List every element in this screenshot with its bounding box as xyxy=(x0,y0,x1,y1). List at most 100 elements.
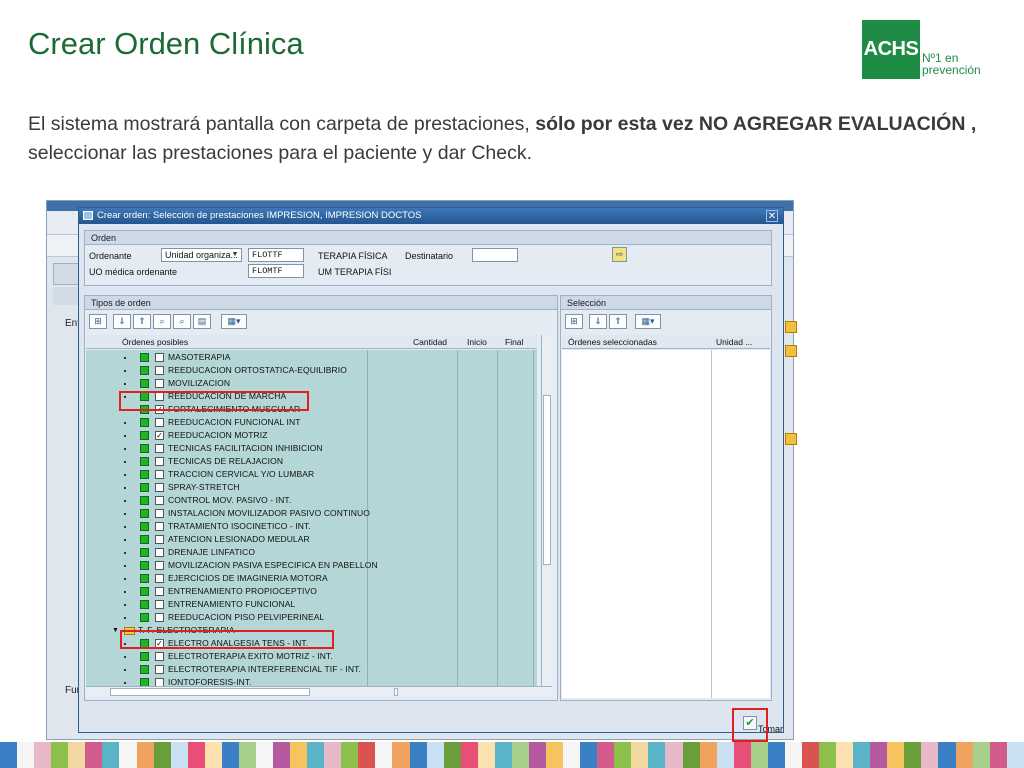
tree-item[interactable]: ENTRENAMIENTO FUNCIONAL xyxy=(86,598,537,611)
tree-item[interactable]: TECNICAS FACILITACION INHIBICION xyxy=(86,442,537,455)
layout-menu-icon[interactable]: ▦▾ xyxy=(635,314,661,329)
tree-item[interactable]: ENTRENAMIENTO PROPIOCEPTIVO xyxy=(86,585,537,598)
find-next-icon[interactable]: ⌕ xyxy=(173,314,191,329)
stripe-segment xyxy=(409,742,427,768)
detail-icon[interactable]: ▤ xyxy=(193,314,211,329)
stripe-segment xyxy=(34,742,52,768)
tree-item[interactable]: REEDUCACION PISO PELVIPERINEAL xyxy=(86,611,537,624)
expand-tree-icon[interactable]: ⊞ xyxy=(89,314,107,329)
tree-item[interactable]: DRENAJE LINFATICO xyxy=(86,546,537,559)
ordenante-code-field[interactable]: FLOTTF xyxy=(248,248,304,262)
tree-node-dot xyxy=(124,591,126,593)
tree-item[interactable]: ELECTROTERAPIA EXITO MOTRIZ - INT. xyxy=(86,650,537,663)
item-checkbox[interactable] xyxy=(155,548,164,557)
tree-item-label: ELECTROTERAPIA EXITO MOTRIZ - INT. xyxy=(168,651,333,661)
stripe-segment xyxy=(119,742,137,768)
item-checkbox[interactable] xyxy=(155,444,164,453)
status-green-icon xyxy=(140,444,149,453)
status-green-icon xyxy=(140,574,149,583)
binoculars-icon[interactable]: ⌕ xyxy=(153,314,171,329)
scrollbar-thumb-2[interactable] xyxy=(394,688,398,696)
ordenante-select[interactable]: Unidad organiza... ▼ xyxy=(161,248,242,262)
tree-item[interactable]: MOVILIZACION xyxy=(86,377,537,390)
tree-item[interactable]: SPRAY-STRETCH xyxy=(86,481,537,494)
tree-item[interactable]: TRACCION CERVICAL Y/O LUMBAR xyxy=(86,468,537,481)
item-checkbox[interactable] xyxy=(155,509,164,518)
stripe-segment xyxy=(136,742,154,768)
seleccion-column-header: Órdenes seleccionadas Unidad ... xyxy=(562,335,770,349)
tree-horizontal-scrollbar[interactable] xyxy=(86,686,552,697)
status-green-icon xyxy=(140,561,149,570)
item-checkbox[interactable] xyxy=(155,496,164,505)
status-green-icon xyxy=(140,418,149,427)
tree-item-label: MOVILIZACION xyxy=(168,378,231,388)
tree-item[interactable]: REEDUCACION FUNCIONAL INT xyxy=(86,416,537,429)
uo-code-field[interactable]: FLOMTF xyxy=(248,264,304,278)
collapse-up-icon[interactable]: ⇑ xyxy=(133,314,151,329)
item-checkbox[interactable] xyxy=(155,652,164,661)
stripe-segment xyxy=(51,742,69,768)
background-tab[interactable] xyxy=(53,263,81,285)
background-tab-2[interactable] xyxy=(53,287,81,305)
ordenante-name: TERAPIA FÍSICA xyxy=(318,251,388,261)
tree-item[interactable]: MOVILIZACION PASIVA ESPECIFICA EN PABELL… xyxy=(86,559,537,572)
item-checkbox[interactable] xyxy=(155,379,164,388)
stripe-segment xyxy=(170,742,188,768)
destinatario-field[interactable] xyxy=(472,248,518,262)
collapse-up-icon[interactable]: ⇑ xyxy=(609,314,627,329)
tree-vertical-scrollbar[interactable] xyxy=(541,335,552,686)
item-checkbox[interactable] xyxy=(155,587,164,596)
tree-item[interactable]: MASOTERAPIA xyxy=(86,351,537,364)
status-green-icon xyxy=(140,522,149,531)
forward-icon[interactable]: ⇨ xyxy=(612,247,627,262)
item-checkbox[interactable] xyxy=(155,522,164,531)
tree-item[interactable]: TECNICAS DE RELAJACION xyxy=(86,455,537,468)
tree-item[interactable]: ELECTROTERAPIA INTERFERENCIAL TIF - INT. xyxy=(86,663,537,676)
tree-item-label: EJERCICIOS DE IMAGINERIA MOTORA xyxy=(168,573,328,583)
item-checkbox[interactable] xyxy=(155,535,164,544)
uo-name: UM TERAPIA FÍSI xyxy=(318,267,392,277)
stripe-segment xyxy=(375,742,393,768)
tree-item[interactable]: INSTALACION MOVILIZADOR PASIVO CONTINUO xyxy=(86,507,537,520)
tree-item-label: TRACCION CERVICAL Y/O LUMBAR xyxy=(168,469,315,479)
tree-item[interactable]: REEDUCACION ORTOSTATICA-EQUILIBRIO xyxy=(86,364,537,377)
tree-item[interactable]: ✓ REEDUCACION MOTRIZ xyxy=(86,429,537,442)
expand-tree-icon[interactable]: ⊞ xyxy=(565,314,583,329)
item-checkbox[interactable] xyxy=(155,600,164,609)
item-checkbox[interactable] xyxy=(155,561,164,570)
scrollbar-thumb[interactable] xyxy=(543,395,551,565)
item-checkbox[interactable]: ✓ xyxy=(155,431,164,440)
scrollbar-thumb[interactable] xyxy=(110,688,310,696)
seleccion-group: Selección ⊞ ⇓ ⇑ ▦▾ Órdenes seleccionadas… xyxy=(560,295,772,701)
item-checkbox[interactable] xyxy=(155,366,164,375)
tree-item[interactable]: ATENCION LESIONADO MEDULAR xyxy=(86,533,537,546)
item-checkbox[interactable] xyxy=(155,470,164,479)
item-checkbox[interactable] xyxy=(155,457,164,466)
close-icon[interactable]: ✕ xyxy=(766,210,778,222)
tree-item[interactable]: CONTROL MOV. PASIVO - INT. xyxy=(86,494,537,507)
item-checkbox[interactable] xyxy=(155,483,164,492)
collapse-down-icon[interactable]: ⇓ xyxy=(113,314,131,329)
tree-item[interactable]: IONTOFORESIS-INT. xyxy=(86,676,537,686)
item-checkbox[interactable] xyxy=(155,665,164,674)
tree-node-dot xyxy=(124,357,126,359)
stripe-segment xyxy=(0,742,18,768)
collapse-down-icon[interactable]: ⇓ xyxy=(589,314,607,329)
stripe-segment xyxy=(631,742,649,768)
tree-item-label: REEDUCACION FUNCIONAL INT xyxy=(168,417,301,427)
tree-item-label: TECNICAS DE RELAJACION xyxy=(168,456,284,466)
item-checkbox[interactable] xyxy=(155,418,164,427)
item-checkbox[interactable] xyxy=(155,353,164,362)
item-checkbox[interactable] xyxy=(155,678,164,686)
item-checkbox[interactable] xyxy=(155,613,164,622)
expand-arrow-icon[interactable]: ▼ xyxy=(112,624,119,637)
stripe-segment xyxy=(682,742,700,768)
item-checkbox[interactable] xyxy=(155,574,164,583)
stripe-segment xyxy=(358,742,376,768)
stripe-segment xyxy=(801,742,819,768)
tree-item[interactable]: TRATAMIENTO ISOCINETICO - INT. xyxy=(86,520,537,533)
tree-item[interactable]: EJERCICIOS DE IMAGINERIA MOTORA xyxy=(86,572,537,585)
layout-menu-icon[interactable]: ▦▾ xyxy=(221,314,247,329)
column-unidad: Unidad ... xyxy=(716,337,753,347)
stripe-segment xyxy=(699,742,717,768)
